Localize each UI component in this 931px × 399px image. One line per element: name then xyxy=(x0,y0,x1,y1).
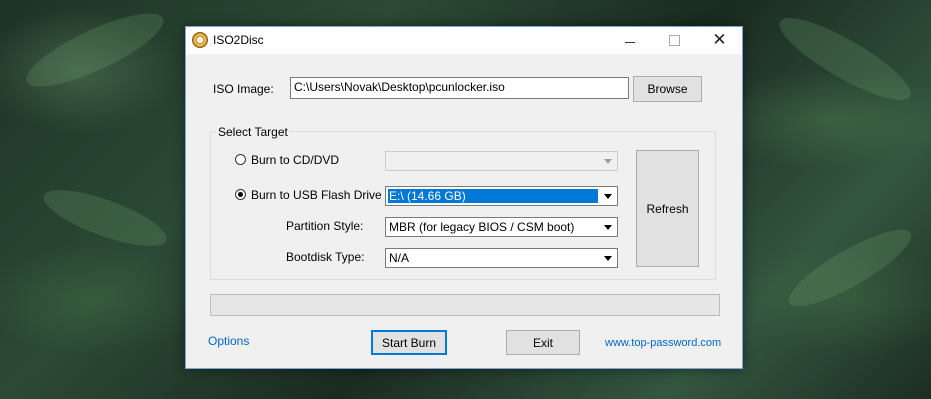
chevron-down-icon xyxy=(600,219,616,235)
bootdisk-type-select[interactable]: N/A xyxy=(385,248,618,268)
bootdisk-type-label: Bootdisk Type: xyxy=(286,250,365,264)
partition-style-select[interactable]: MBR (for legacy BIOS / CSM boot) xyxy=(385,217,618,237)
partition-style-value: MBR (for legacy BIOS / CSM boot) xyxy=(389,220,575,234)
cd-drive-value xyxy=(388,154,598,168)
website-link[interactable]: www.top-password.com xyxy=(605,337,721,349)
iso2disc-window: ISO2Disc ✕ ISO Image: C:\Users\Novak\Des… xyxy=(185,26,743,369)
maximize-button[interactable] xyxy=(652,27,697,54)
background-fern xyxy=(780,217,920,319)
iso-path-field[interactable]: C:\Users\Novak\Desktop\pcunlocker.iso xyxy=(290,77,629,99)
minimize-icon xyxy=(624,42,635,43)
usb-drive-value: E:\ (14.66 GB) xyxy=(388,189,598,203)
burn-usb-radio[interactable] xyxy=(235,189,246,200)
close-icon: ✕ xyxy=(712,30,727,50)
background-fern xyxy=(770,5,920,113)
chevron-down-icon xyxy=(600,250,616,266)
chevron-down-icon xyxy=(600,153,616,169)
minimize-button[interactable] xyxy=(607,27,652,54)
background-fern xyxy=(37,178,173,258)
background-fern xyxy=(18,0,172,100)
cd-drive-select[interactable] xyxy=(385,151,618,171)
exit-button[interactable]: Exit xyxy=(506,330,580,355)
close-button[interactable]: ✕ xyxy=(697,27,742,54)
bootdisk-type-value: N/A xyxy=(389,251,410,265)
usb-drive-select[interactable]: E:\ (14.66 GB) xyxy=(385,186,618,206)
burn-cd-label[interactable]: Burn to CD/DVD xyxy=(251,153,339,167)
disc-app-icon xyxy=(192,32,208,48)
options-link[interactable]: Options xyxy=(208,334,249,348)
partition-style-label: Partition Style: xyxy=(286,219,364,233)
refresh-button[interactable]: Refresh xyxy=(636,150,699,267)
window-title: ISO2Disc xyxy=(213,33,264,47)
start-burn-button[interactable]: Start Burn xyxy=(371,330,447,355)
title-bar[interactable]: ISO2Disc ✕ xyxy=(186,27,742,54)
iso-image-label: ISO Image: xyxy=(213,82,274,96)
chevron-down-icon xyxy=(600,188,616,204)
burn-cd-radio[interactable] xyxy=(235,154,246,165)
select-target-label: Select Target xyxy=(216,125,290,139)
browse-button[interactable]: Browse xyxy=(633,76,702,102)
burn-progress-bar xyxy=(210,294,720,316)
maximize-icon xyxy=(669,35,680,46)
burn-usb-label[interactable]: Burn to USB Flash Drive xyxy=(251,188,382,202)
